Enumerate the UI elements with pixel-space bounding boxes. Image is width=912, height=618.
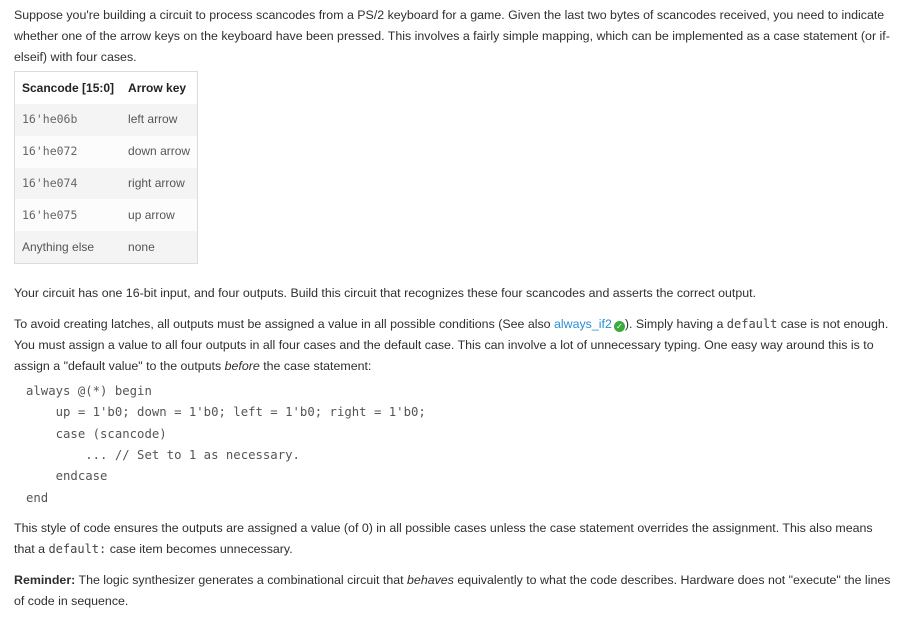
inline-code-default: default	[726, 317, 778, 331]
emphasis-before: before	[224, 359, 260, 373]
arrow-key-cell: left arrow	[121, 104, 198, 136]
code-line: case (scancode)	[26, 427, 167, 441]
code-line: always @(*) begin	[26, 384, 152, 398]
emphasis-behaves: behaves	[407, 573, 454, 587]
reminder-paragraph: Reminder: The logic synthesizer generate…	[14, 570, 894, 612]
scancode-cell: 16'he074	[14, 167, 122, 200]
table-row: 16'he074 right arrow	[14, 167, 198, 200]
always-if2-link[interactable]: always_if2	[554, 317, 612, 331]
code-line: endcase	[26, 469, 108, 483]
arrow-key-cell: none	[121, 231, 198, 264]
table-row: 16'he072 down arrow	[14, 135, 198, 168]
code-line: end	[26, 491, 49, 505]
latches-text-1: To avoid creating latches, all outputs m…	[14, 317, 554, 331]
reminder-text-1: The logic synthesizer generates a combin…	[75, 573, 408, 587]
table-row: 16'he075 up arrow	[14, 199, 198, 232]
code-line: ... // Set to 1 as necessary.	[26, 448, 300, 462]
latches-text-4: the case statement:	[259, 359, 372, 373]
scancode-table: Scancode [15:0] Arrow key 16'he06b left …	[14, 71, 199, 264]
inline-code-default-colon: default:	[48, 542, 107, 556]
scancode-cell: Anything else	[14, 231, 122, 264]
reminder-label: Reminder:	[14, 573, 76, 587]
arrow-key-cell: down arrow	[121, 135, 198, 168]
style-paragraph: This style of code ensures the outputs a…	[14, 518, 894, 560]
latches-paragraph: To avoid creating latches, all outputs m…	[14, 314, 894, 377]
intro-paragraph: Suppose you're building a circuit to pro…	[14, 8, 890, 64]
style-text-2: case item becomes unnecessary.	[106, 542, 293, 556]
scancode-cell: 16'he072	[14, 135, 122, 168]
table-row: 16'he06b left arrow	[14, 104, 198, 136]
scancode-cell: 16'he06b	[14, 104, 122, 136]
scancode-cell: 16'he075	[14, 199, 122, 232]
latches-text-2: ). Simply having a	[624, 317, 727, 331]
table-row: Anything else none	[14, 231, 198, 264]
code-line: up = 1'b0; down = 1'b0; left = 1'b0; rig…	[26, 405, 426, 419]
problem-statement: Suppose you're building a circuit to pro…	[0, 0, 912, 618]
table-header-row: Scancode [15:0] Arrow key	[14, 71, 198, 104]
check-circle-icon: ✓	[613, 321, 625, 332]
header-scancode: Scancode [15:0]	[14, 71, 122, 104]
outputs-paragraph: Your circuit has one 16-bit input, and f…	[14, 286, 757, 300]
header-arrow-key: Arrow key	[121, 71, 198, 104]
arrow-key-cell: up arrow	[121, 199, 198, 232]
arrow-key-cell: right arrow	[121, 167, 198, 200]
